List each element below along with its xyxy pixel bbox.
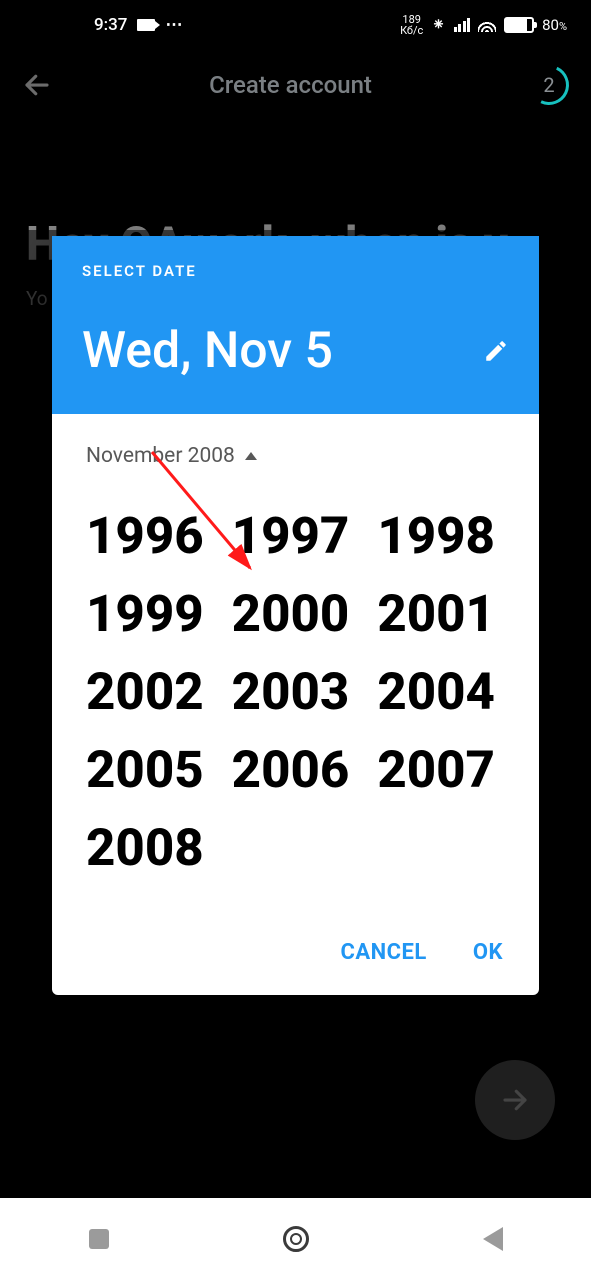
- month-year-toggle[interactable]: November 2008: [52, 414, 539, 468]
- year-option[interactable]: 2006: [228, 748, 364, 824]
- dialog-eyebrow: SELECT DATE: [82, 262, 509, 280]
- year-option[interactable]: 2001: [373, 592, 509, 668]
- year-option[interactable]: 2007: [373, 748, 509, 824]
- wifi-icon: [478, 18, 496, 32]
- battery-icon: [504, 17, 534, 33]
- cancel-button[interactable]: CANCEL: [340, 940, 426, 965]
- year-option[interactable]: 1997: [228, 514, 364, 590]
- battery-percent: 80%: [542, 16, 567, 34]
- page-title: Create account: [52, 71, 529, 99]
- bluetooth-icon: ⁕: [431, 15, 445, 35]
- date-picker-dialog: SELECT DATE Wed, Nov 5 November 2008 199…: [52, 236, 539, 995]
- selected-date: Wed, Nov 5: [82, 322, 333, 380]
- year-option[interactable]: 2005: [82, 748, 218, 824]
- step-indicator: 2: [529, 65, 569, 105]
- ok-button[interactable]: OK: [473, 940, 503, 965]
- nav-back-button[interactable]: [473, 1219, 513, 1259]
- network-rate: 189 Кб/с: [400, 14, 423, 36]
- arrow-right-icon: [500, 1085, 530, 1115]
- edit-icon[interactable]: [483, 338, 509, 364]
- status-bar: 9:37 ⋯ 189 Кб/с ⁕ 80%: [0, 0, 591, 50]
- next-fab[interactable]: [475, 1060, 555, 1140]
- year-option[interactable]: 1996: [82, 514, 218, 590]
- year-grid: 1996 1997 1998 1999 2000 2001 2002 2003 …: [52, 468, 539, 912]
- nav-home-button[interactable]: [276, 1219, 316, 1259]
- year-option[interactable]: 1998: [373, 514, 509, 590]
- status-time: 9:37: [94, 15, 127, 35]
- cell-signal-icon: [454, 18, 471, 32]
- year-option[interactable]: 2002: [82, 670, 218, 746]
- more-dots-icon: ⋯: [165, 15, 185, 35]
- system-nav-bar: [0, 1198, 591, 1280]
- back-arrow-icon[interactable]: [22, 70, 52, 100]
- nav-recents-button[interactable]: [79, 1219, 119, 1259]
- year-option[interactable]: 2003: [228, 670, 364, 746]
- camera-icon: [137, 19, 155, 31]
- year-option[interactable]: 2000: [228, 592, 364, 668]
- year-option[interactable]: 2004: [373, 670, 509, 746]
- year-option[interactable]: 2008: [82, 826, 218, 902]
- page-header: Create account 2: [0, 50, 591, 120]
- year-option[interactable]: 1999: [82, 592, 218, 668]
- month-year-label: November 2008: [86, 444, 235, 468]
- chevron-up-icon: [245, 452, 257, 460]
